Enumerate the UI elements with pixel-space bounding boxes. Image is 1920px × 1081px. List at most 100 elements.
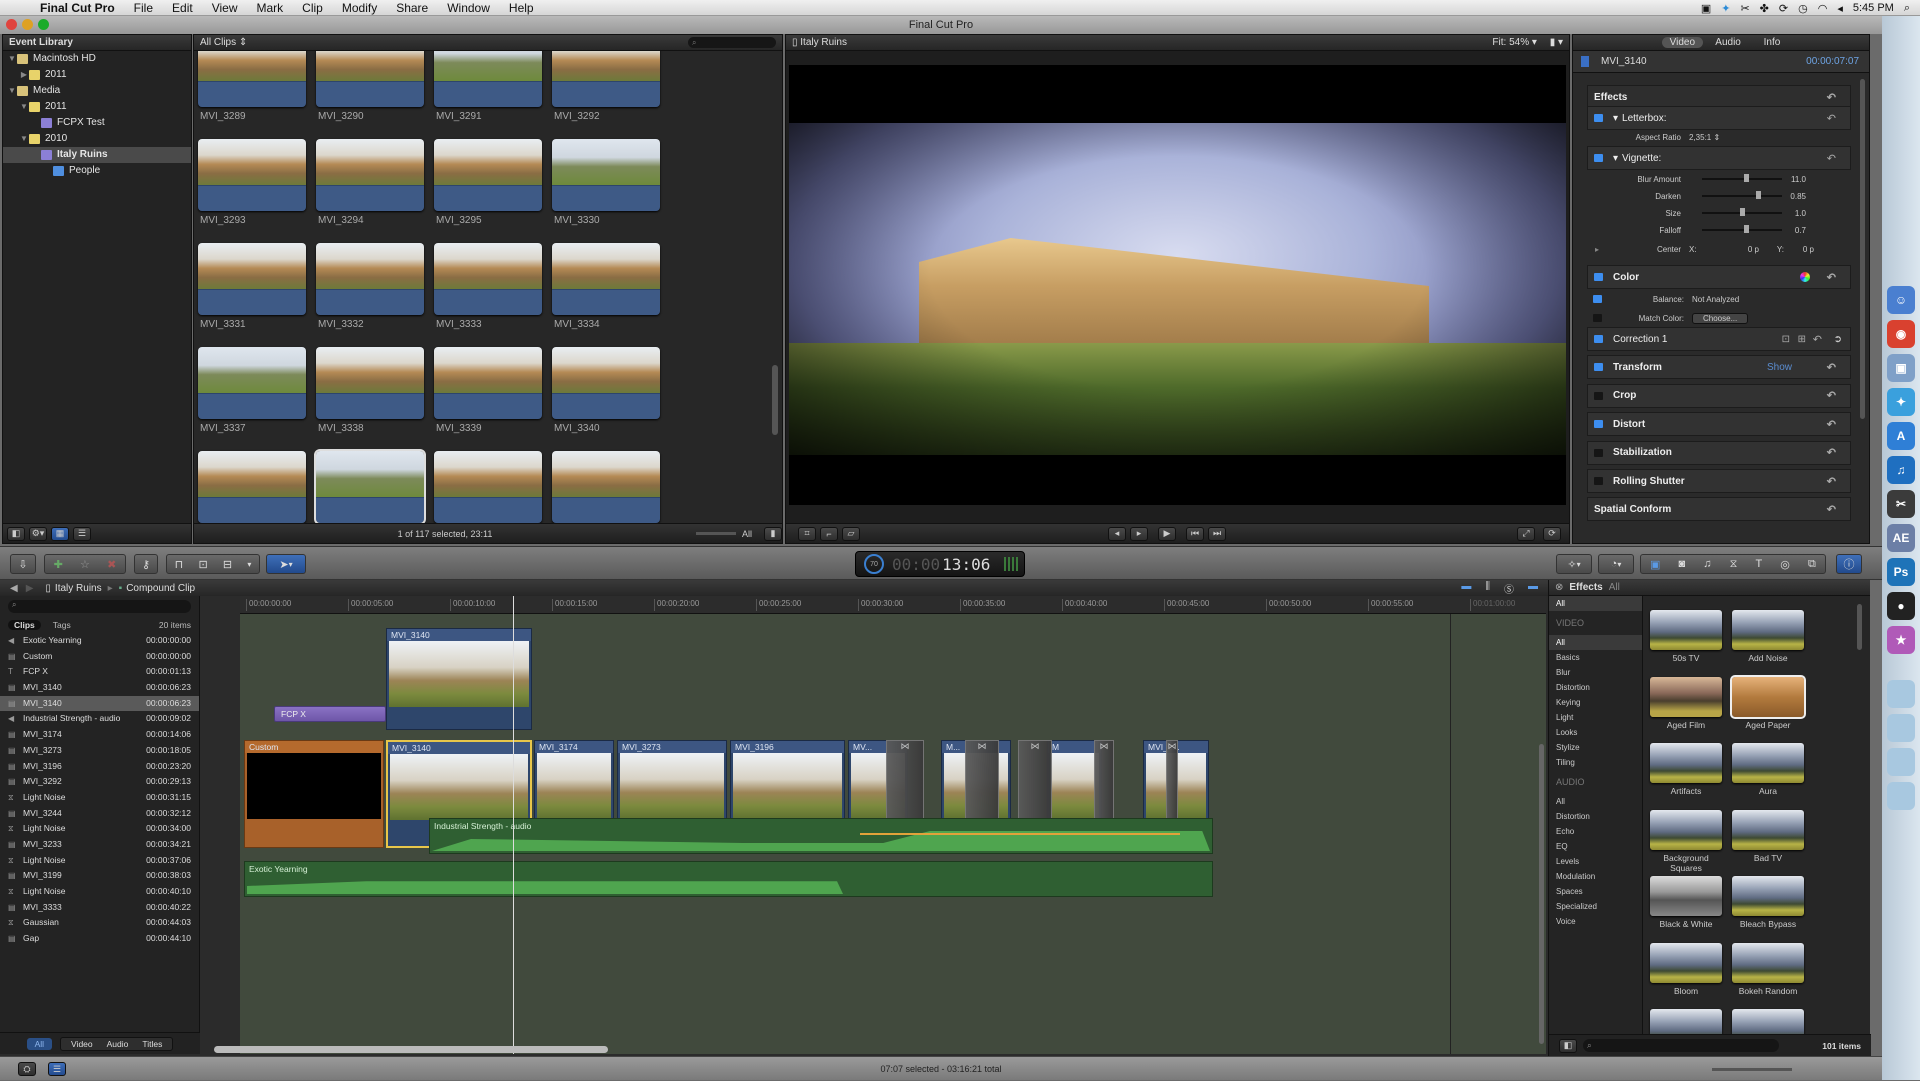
insert-clip-button[interactable]: ⊡: [198, 558, 207, 571]
tab-video[interactable]: Video: [1661, 37, 1704, 48]
category-item[interactable]: Light: [1549, 710, 1642, 725]
browser-clip[interactable]: MVI_3334: [552, 243, 660, 330]
letterbox-enable-checkbox[interactable]: [1594, 114, 1603, 122]
dock-downloads-icon[interactable]: [1887, 748, 1915, 776]
reset-letterbox-icon[interactable]: ↶: [1827, 112, 1836, 125]
volume-icon[interactable]: ◂: [1837, 2, 1843, 15]
favorite-button[interactable]: ✚: [54, 558, 63, 571]
category-item[interactable]: Specialized: [1549, 899, 1642, 914]
disclosure-open-icon[interactable]: ▼: [19, 99, 29, 115]
library-item[interactable]: FCPX Test: [3, 115, 191, 131]
category-item[interactable]: Keying: [1549, 695, 1642, 710]
timeline-index-row[interactable]: T FCP X 00:00:01:13: [0, 664, 199, 680]
tab-info[interactable]: Info: [1764, 37, 1781, 48]
dropbox-icon[interactable]: ✤: [1760, 2, 1769, 15]
solo-icon[interactable]: Ⓢ: [1504, 581, 1514, 596]
center-x-value[interactable]: 0 p: [1719, 245, 1759, 254]
dock-imovie-icon[interactable]: ★: [1887, 626, 1915, 654]
balance-checkbox[interactable]: [1593, 295, 1602, 303]
go-to-start-button[interactable]: ⏮: [1186, 526, 1204, 541]
timeline-index-row[interactable]: ◀ Industrial Strength - audio 00:00:09:02: [0, 711, 199, 727]
browser-clip[interactable]: MVI_3290: [316, 51, 424, 122]
fullscreen-button[interactable]: ⤢: [1517, 526, 1535, 541]
browser-clip[interactable]: [198, 451, 306, 523]
match-color-choose-button[interactable]: Choose...: [1692, 312, 1749, 324]
browser-clip[interactable]: [552, 451, 660, 523]
timeline-ruler[interactable]: 00:00:00:00 00:00:05:00 00:00:10:00 00:00:1…: [240, 596, 1546, 614]
index-filter-audio[interactable]: Audio: [107, 1039, 129, 1049]
edit-mode-dropdown[interactable]: ▾: [247, 560, 251, 569]
titles-browser-button[interactable]: T: [1755, 558, 1762, 570]
slider-knob[interactable]: [1740, 208, 1745, 216]
library-item[interactable]: People: [3, 163, 191, 179]
browser-clip[interactable]: MVI_3333: [434, 243, 542, 330]
show-button[interactable]: Show: [1767, 362, 1792, 373]
screen-recorder-icon[interactable]: ▣: [1701, 2, 1711, 15]
dock-preview-icon[interactable]: ▣: [1887, 354, 1915, 382]
dock-music-icon[interactable]: [1887, 714, 1915, 742]
add-shape-mask-icon[interactable]: ⊡: [1782, 334, 1790, 345]
category-item[interactable]: Distortion: [1549, 680, 1642, 695]
effect-item[interactable]: [1731, 1009, 1805, 1034]
timeline-index-row[interactable]: ▤ MVI_3199 00:00:38:03: [0, 868, 199, 884]
browser-clip[interactable]: MVI_3339: [434, 347, 542, 434]
library-item[interactable]: ▼ 2011: [3, 99, 191, 115]
dock-documents-icon[interactable]: [1887, 680, 1915, 708]
timeline-index-row[interactable]: ⧖ Light Noise 00:00:37:06: [0, 853, 199, 869]
enhancements-dropdown[interactable]: ✧ ▾: [1556, 554, 1592, 574]
timeline-index-row[interactable]: ▤ MVI_3196 00:00:23:20: [0, 759, 199, 775]
clip-appearance-timeline-button[interactable]: ⛭: [18, 1062, 36, 1076]
timeline-index-row[interactable]: ◀ Exotic Yearning 00:00:00:00: [0, 633, 199, 649]
photo-browser-button[interactable]: ◙: [1679, 558, 1686, 570]
browser-clip[interactable]: MVI_3330: [552, 139, 660, 226]
timeline-index-row[interactable]: ▤ MVI_3174 00:00:14:06: [0, 727, 199, 743]
slider-knob[interactable]: [1744, 174, 1749, 182]
effect-item[interactable]: Artifacts: [1649, 743, 1723, 796]
timeline-index-row[interactable]: ▤ MVI_3140 00:00:06:23: [0, 680, 199, 696]
menu-app-name[interactable]: Final Cut Pro: [40, 1, 115, 15]
category-item[interactable]: Stylize: [1549, 740, 1642, 755]
back-button[interactable]: ◀: [10, 583, 18, 594]
sync-icon[interactable]: ⟳: [1779, 2, 1788, 15]
library-item[interactable]: ▶ 2011: [3, 67, 191, 83]
menu-share[interactable]: Share: [396, 1, 428, 15]
effect-item[interactable]: Bokeh Random: [1731, 942, 1805, 996]
dock-app-store-icon[interactable]: A: [1887, 422, 1915, 450]
next-frame-button[interactable]: ▸: [1130, 526, 1148, 541]
browser-duration-all[interactable]: All: [742, 529, 752, 539]
disclosure-open-icon[interactable]: ▼: [7, 51, 17, 67]
effect-item[interactable]: Background Squares: [1649, 809, 1723, 873]
append-clip-button[interactable]: ⊟: [223, 558, 232, 571]
clip-filter-dropdown[interactable]: All Clips ⇕: [200, 35, 247, 50]
category-item[interactable]: Echo: [1549, 824, 1642, 839]
menu-help[interactable]: Help: [509, 1, 534, 15]
browser-clip[interactable]: MVI_3295: [434, 139, 542, 226]
spotlight-icon[interactable]: ⌕: [1904, 2, 1910, 15]
browser-clip[interactable]: MVI_3331: [198, 243, 306, 330]
audio-meters-mini[interactable]: [1004, 557, 1021, 571]
add-color-mask-icon[interactable]: ⊞: [1798, 334, 1806, 345]
category-item[interactable]: All: [1549, 794, 1642, 809]
library-item[interactable]: ▼ Media: [3, 83, 191, 99]
param-value[interactable]: 11.0: [1766, 175, 1806, 184]
browser-clip[interactable]: MVI_3289: [198, 51, 306, 122]
reset-section-icon[interactable]: ↶: [1827, 446, 1836, 459]
wifi-icon[interactable]: ◠: [1818, 2, 1828, 15]
menu-clip[interactable]: Clip: [302, 1, 323, 15]
dock-final-cut-pro-icon[interactable]: ✂: [1887, 490, 1915, 518]
effects-browser-button[interactable]: ▣: [1650, 558, 1660, 571]
correction-enable-checkbox[interactable]: [1594, 335, 1603, 343]
viewer-options-icon[interactable]: ▮ ▾: [1550, 37, 1563, 48]
menu-view[interactable]: View: [212, 1, 238, 15]
section-enable-checkbox[interactable]: [1594, 477, 1603, 485]
menu-edit[interactable]: Edit: [172, 1, 193, 15]
close-window-button[interactable]: [6, 19, 17, 30]
menu-modify[interactable]: Modify: [342, 1, 377, 15]
play-button[interactable]: ▶: [1158, 526, 1176, 541]
forward-button[interactable]: ▶: [26, 583, 34, 594]
video-frame[interactable]: [789, 65, 1566, 505]
skimming-toggle-icon[interactable]: ▬: [1461, 581, 1471, 596]
reset-effects-icon[interactable]: ↶: [1827, 91, 1836, 104]
browser-clip[interactable]: MVI_3294: [316, 139, 424, 226]
snapping-icon[interactable]: ▬: [1528, 581, 1538, 596]
